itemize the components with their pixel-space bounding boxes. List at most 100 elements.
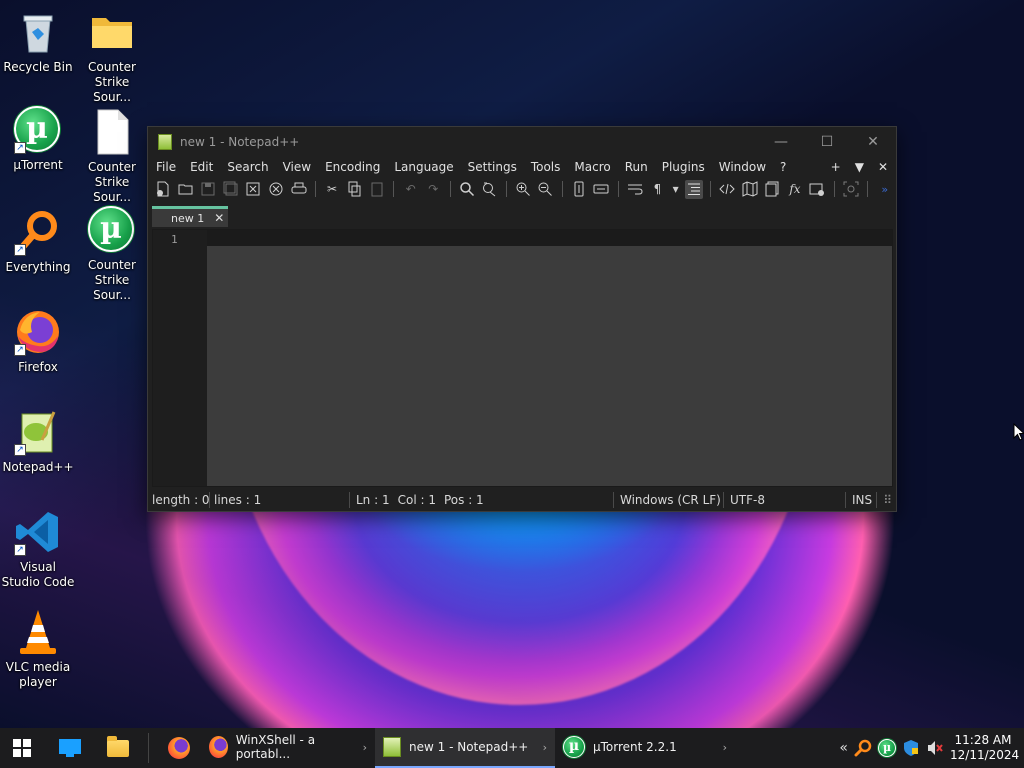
function-list-icon[interactable]: fx bbox=[786, 180, 805, 199]
minimize-button[interactable]: — bbox=[758, 134, 804, 150]
open-file-icon[interactable] bbox=[177, 180, 196, 199]
language-markup-icon[interactable] bbox=[718, 180, 737, 199]
menu-view[interactable]: View bbox=[283, 160, 311, 174]
tab-new-1[interactable]: new 1 ✕ bbox=[152, 206, 229, 227]
tab-label: new 1 bbox=[171, 211, 205, 225]
show-all-characters-icon[interactable]: ¶ bbox=[648, 180, 667, 199]
menu-macro[interactable]: Macro bbox=[574, 160, 610, 174]
desktop-icon-firefox[interactable]: ↗ Firefox bbox=[0, 308, 76, 375]
desktop-icon-everything[interactable]: ↗ Everything bbox=[0, 208, 76, 275]
menu-settings[interactable]: Settings bbox=[468, 160, 517, 174]
menu-window[interactable]: Window bbox=[719, 160, 766, 174]
desktop-icon-vscode[interactable]: ↗ Visual Studio Code bbox=[0, 508, 76, 590]
everything-search-icon[interactable] bbox=[854, 739, 872, 757]
cut-icon[interactable]: ✂ bbox=[323, 180, 342, 199]
toolbar-separator bbox=[833, 181, 835, 197]
taskbar-clock[interactable]: 11:28 AM 12/11/2024 bbox=[950, 733, 1019, 763]
status-eol: Windows (CR LF) bbox=[614, 492, 724, 508]
toolbar-separator bbox=[867, 181, 869, 197]
paste-icon[interactable] bbox=[368, 180, 387, 199]
close-document-button[interactable]: ✕ bbox=[878, 160, 888, 174]
sync-vertical-icon[interactable] bbox=[570, 180, 589, 199]
network-shield-icon[interactable] bbox=[902, 739, 920, 757]
save-icon[interactable] bbox=[199, 180, 218, 199]
document-map-icon[interactable] bbox=[741, 180, 760, 199]
monitoring-icon[interactable] bbox=[842, 180, 861, 199]
firefox-pinned-button[interactable] bbox=[157, 728, 201, 768]
desktop-icon-utorrent[interactable]: µ ↗ µTorrent bbox=[0, 106, 76, 173]
maximize-button[interactable]: ☐ bbox=[804, 134, 850, 150]
text-editor[interactable]: 1 bbox=[152, 229, 893, 487]
desktop-icon-recycle-bin[interactable]: Recycle Bin bbox=[0, 8, 76, 75]
sync-horizontal-icon[interactable] bbox=[592, 180, 611, 199]
window-titlebar[interactable]: new 1 - Notepad++ — ☐ ✕ bbox=[148, 127, 896, 157]
desktop-icon-vlc[interactable]: VLC media player bbox=[0, 608, 76, 690]
toolbar-overflow-icon[interactable]: » bbox=[875, 180, 894, 199]
toolbar-separator bbox=[561, 181, 563, 197]
desktop-icon-counter-strike-file[interactable]: Counter Strike Sour... bbox=[74, 108, 150, 205]
new-file-icon[interactable] bbox=[154, 180, 173, 199]
volume-muted-icon[interactable] bbox=[926, 739, 944, 757]
chevron-double-left-icon[interactable]: « bbox=[839, 740, 848, 756]
start-button[interactable] bbox=[0, 728, 44, 768]
taskbar-separator bbox=[148, 733, 149, 763]
new-tab-button[interactable]: + bbox=[831, 160, 841, 174]
line-number: 1 bbox=[171, 233, 178, 246]
task-winxshell[interactable]: WinXShell - a portabl... › bbox=[201, 728, 375, 768]
word-wrap-icon[interactable] bbox=[626, 180, 645, 199]
menu-search[interactable]: Search bbox=[227, 160, 268, 174]
menu-run[interactable]: Run bbox=[625, 160, 648, 174]
find-icon[interactable] bbox=[457, 180, 476, 199]
desktop-icon-label: µTorrent bbox=[13, 158, 63, 172]
chevron-right-icon: › bbox=[722, 740, 727, 754]
menu-tools[interactable]: Tools bbox=[531, 160, 561, 174]
desktop-icon-label: Notepad++ bbox=[2, 460, 74, 474]
menu-language[interactable]: Language bbox=[394, 160, 453, 174]
resize-grip-icon[interactable]: ⠿ bbox=[883, 493, 896, 507]
replace-icon[interactable] bbox=[480, 180, 499, 199]
notepadpp-window[interactable]: new 1 - Notepad++ — ☐ ✕ File Edit Search… bbox=[147, 126, 897, 512]
shortcut-arrow-icon: ↗ bbox=[14, 444, 26, 456]
desktop-icon-counter-strike-utorrent[interactable]: µ Counter Strike Sour... bbox=[74, 206, 150, 303]
close-file-icon[interactable] bbox=[244, 180, 263, 199]
task-notepadpp[interactable]: new 1 - Notepad++ › bbox=[375, 728, 555, 768]
redo-icon[interactable]: ↷ bbox=[424, 180, 443, 199]
document-list-icon[interactable] bbox=[763, 180, 782, 199]
undo-icon[interactable]: ↶ bbox=[401, 180, 420, 199]
desktop-icon-label: Visual Studio Code bbox=[1, 560, 75, 589]
menu-file[interactable]: File bbox=[156, 160, 176, 174]
current-line-highlight bbox=[207, 230, 892, 246]
shortcut-arrow-icon: ↗ bbox=[14, 142, 26, 154]
copy-icon[interactable] bbox=[345, 180, 364, 199]
status-col: Col : 1 bbox=[397, 493, 436, 507]
zoom-in-icon[interactable] bbox=[514, 180, 533, 199]
save-all-icon[interactable] bbox=[222, 180, 241, 199]
recycle-bin-icon bbox=[14, 8, 62, 56]
indent-guide-dropdown-icon[interactable]: ▾ bbox=[671, 180, 681, 199]
file-explorer-button[interactable] bbox=[96, 728, 140, 768]
print-icon[interactable] bbox=[289, 180, 308, 199]
close-button[interactable]: ✕ bbox=[850, 134, 896, 150]
clock-time: 11:28 AM bbox=[954, 733, 1012, 747]
chevron-right-icon: › bbox=[542, 740, 547, 754]
menu-encoding[interactable]: Encoding bbox=[325, 160, 380, 174]
menu-help[interactable]: ? bbox=[780, 160, 786, 174]
utorrent-icon: µ bbox=[563, 736, 585, 758]
folder-as-workspace-icon[interactable] bbox=[808, 180, 827, 199]
tab-list-button[interactable]: ▼ bbox=[855, 160, 864, 174]
utorrent-icon[interactable]: µ bbox=[878, 739, 896, 757]
toolbar-separator bbox=[314, 181, 316, 197]
toolbar-separator bbox=[505, 181, 507, 197]
menu-edit[interactable]: Edit bbox=[190, 160, 213, 174]
desktop-show-button[interactable] bbox=[44, 728, 96, 768]
notepadpp-icon bbox=[383, 737, 401, 757]
menu-plugins[interactable]: Plugins bbox=[662, 160, 705, 174]
desktop-icon-counter-strike-folder[interactable]: Counter Strike Sour... bbox=[74, 8, 150, 105]
close-all-icon[interactable] bbox=[267, 180, 286, 199]
task-utorrent[interactable]: µ µTorrent 2.2.1 › bbox=[555, 728, 735, 768]
indent-guide-icon[interactable] bbox=[684, 179, 704, 199]
zoom-out-icon[interactable] bbox=[536, 180, 555, 199]
status-lines: lines : 1 bbox=[210, 492, 350, 508]
tab-close-icon[interactable]: ✕ bbox=[214, 211, 224, 225]
desktop-icon-notepadpp[interactable]: ↗ Notepad++ bbox=[0, 408, 76, 475]
